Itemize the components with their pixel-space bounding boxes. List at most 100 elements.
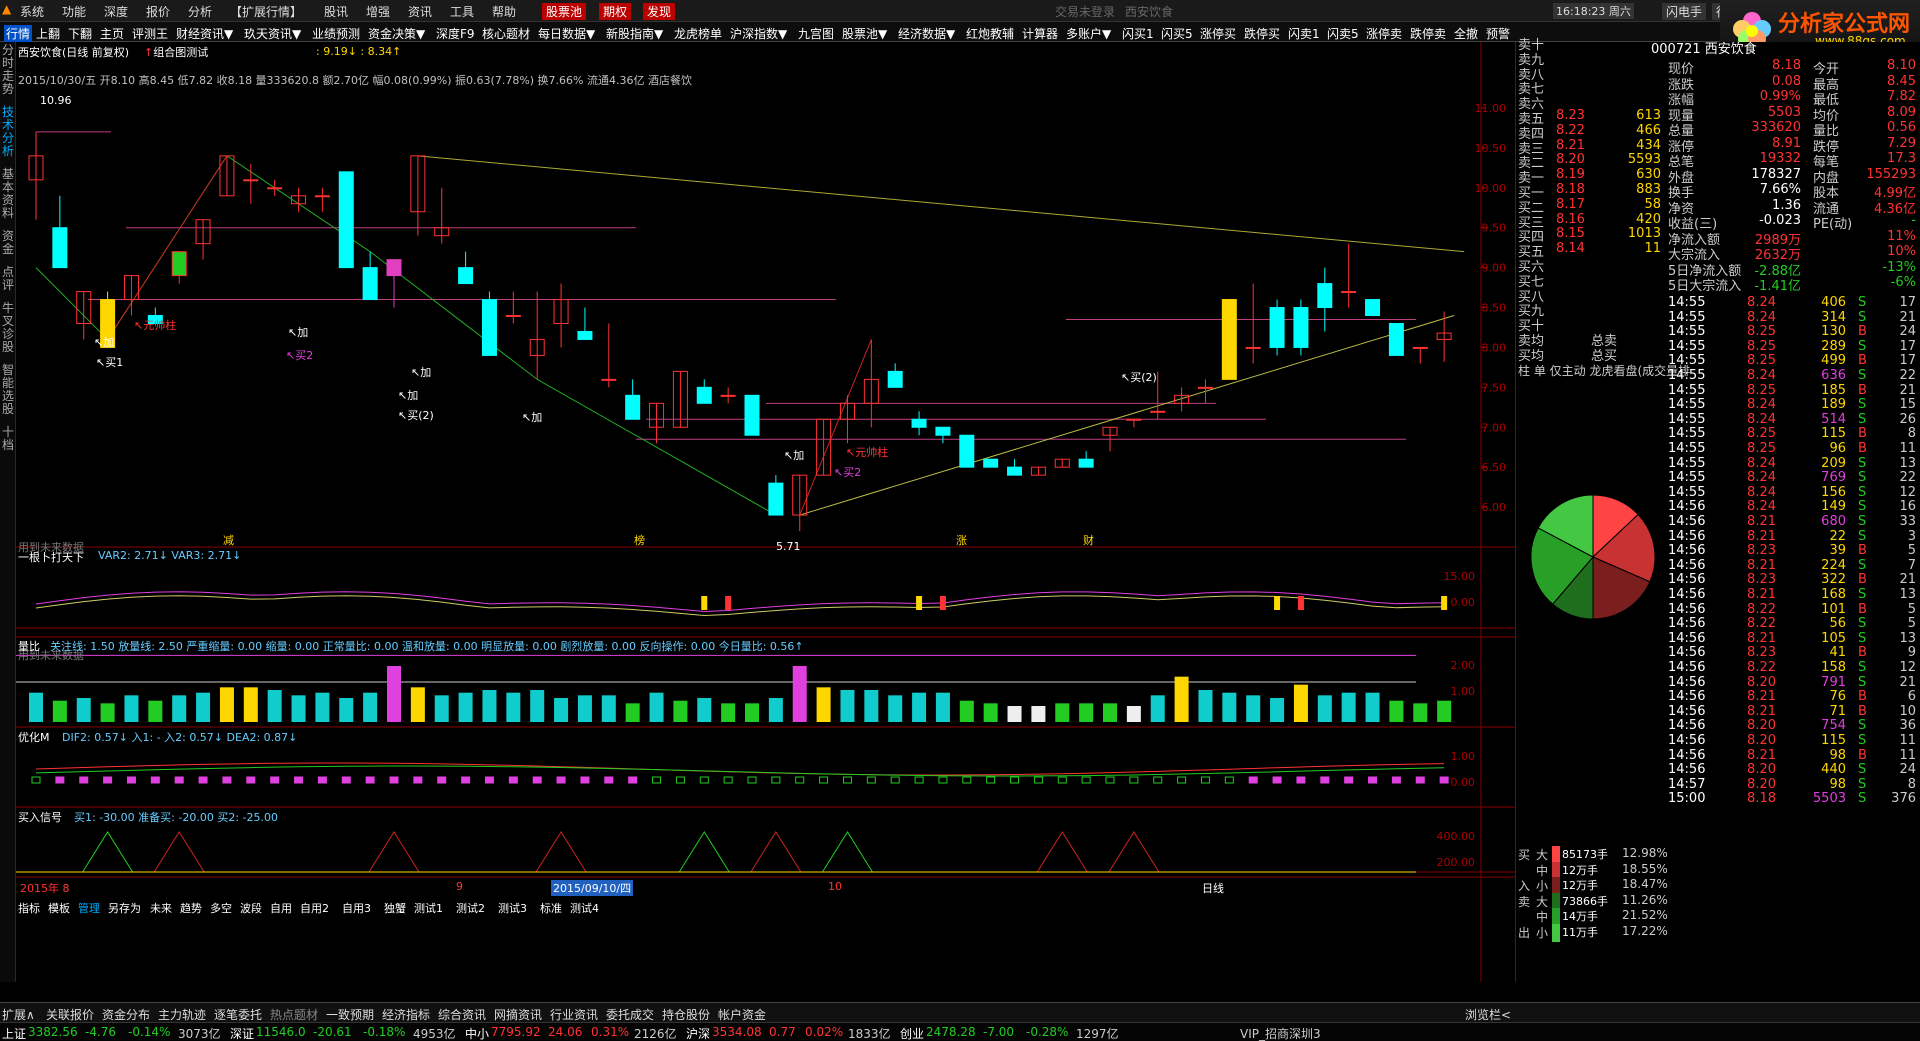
toolbar-button[interactable]: 玖天资讯▼ [244, 25, 301, 42]
volume-bar[interactable] [76, 698, 91, 722]
toolbar-button[interactable]: 多账户▼ [1066, 25, 1111, 42]
volume-bar[interactable] [363, 692, 378, 722]
volume-bar[interactable] [52, 700, 67, 722]
volume-bar[interactable] [1150, 695, 1165, 722]
volume-bar[interactable] [673, 700, 688, 722]
indicator-template-tab[interactable]: 测试1 [414, 900, 443, 916]
toolbar-button[interactable]: 全撤 [1454, 25, 1478, 42]
indicator-name[interactable]: 量比 [18, 638, 40, 654]
index-name[interactable]: 上证 [2, 1025, 26, 1041]
volume-bar[interactable] [1222, 692, 1237, 722]
indicator-template-tab[interactable]: 独蟹 [384, 900, 406, 916]
extra-tab[interactable]: 主力轨迹 [158, 1006, 206, 1023]
volume-bar[interactable] [1365, 692, 1380, 722]
event-marker[interactable]: 榜 [634, 532, 645, 548]
volume-bar[interactable] [1079, 703, 1094, 722]
toolbar-button[interactable]: 资金决策▼ [368, 25, 425, 42]
candle-body[interactable] [1269, 307, 1285, 348]
volume-bar[interactable] [912, 692, 927, 722]
extra-tab[interactable]: 行业资讯 [550, 1006, 598, 1023]
volume-bar[interactable] [1437, 700, 1452, 722]
candle-body[interactable] [768, 482, 784, 516]
period-label[interactable]: 日线 [1202, 880, 1224, 896]
toolbar-button[interactable]: 闪买5 [1161, 25, 1193, 42]
menu-item[interactable]: 系统 [20, 3, 44, 20]
menu-red-item[interactable]: 发现 [643, 3, 676, 20]
candle-body[interactable] [267, 187, 283, 190]
candle-body[interactable] [52, 227, 68, 269]
index-name[interactable]: 中小 [465, 1025, 489, 1041]
volume-bar[interactable] [1007, 706, 1022, 722]
candle-body[interactable] [1126, 418, 1142, 421]
candle-body[interactable] [601, 378, 617, 381]
volume-bar[interactable] [172, 695, 187, 722]
indicator-template-tab[interactable]: 趋势 [180, 900, 202, 916]
indicator-template-tab[interactable]: 自用 [270, 900, 292, 916]
kline-chart[interactable]: 11.0010.5010.009.509.008.508.007.507.006… [16, 42, 1516, 982]
candle-body[interactable] [887, 370, 903, 388]
candle-body[interactable] [577, 330, 593, 340]
extra-tab[interactable]: 持仓股份 [662, 1006, 710, 1023]
volume-bar[interactable] [1341, 692, 1356, 722]
extra-tab[interactable]: 热点题材 [270, 1006, 318, 1023]
extra-tab[interactable]: 扩展∧ [2, 1006, 35, 1023]
extra-tab[interactable]: 网摘资讯 [494, 1006, 542, 1023]
candle-body[interactable] [1388, 322, 1404, 356]
menu-red-item[interactable]: 期权 [599, 3, 632, 20]
volume-bar[interactable] [124, 695, 139, 722]
left-tab[interactable]: 十档 [1, 426, 15, 452]
toolbar-button[interactable]: 每日数据▼ [538, 25, 595, 42]
volume-bar[interactable] [315, 692, 330, 722]
volume-bar[interactable] [745, 703, 759, 722]
candle-body[interactable] [1365, 299, 1381, 317]
volume-bar[interactable] [482, 690, 497, 722]
candle-body[interactable] [696, 386, 712, 404]
indicator-template-tab[interactable]: 指标 [18, 900, 40, 916]
volume-bar[interactable] [530, 690, 545, 722]
candle-body[interactable] [243, 179, 259, 182]
candle-body[interactable] [481, 299, 497, 356]
menu-item[interactable]: 资讯 [408, 3, 432, 20]
event-marker[interactable]: 涨 [956, 532, 967, 548]
volume-bar[interactable] [697, 698, 712, 722]
candle-body[interactable] [1341, 291, 1357, 294]
candle-body[interactable] [744, 394, 760, 436]
toolbar-button[interactable]: 业绩预测 [312, 25, 360, 42]
indicator-template-tab[interactable]: 测试3 [498, 900, 527, 916]
candle-body[interactable] [983, 458, 999, 468]
volume-bar[interactable] [267, 690, 282, 722]
volume-bar[interactable] [721, 703, 736, 722]
indicator-name[interactable]: 一根卜打天下 [18, 549, 84, 565]
toolbar-button[interactable]: 闪卖1 [1288, 25, 1320, 42]
toolbar-button[interactable]: 上翻 [36, 25, 60, 42]
candle-body[interactable] [959, 434, 975, 468]
indicator-template-tab[interactable]: 模板 [48, 900, 70, 916]
indicator-name[interactable]: 买入信号 [18, 809, 62, 825]
toolbar-button[interactable]: 深度F9 [436, 25, 475, 42]
toolbar-button[interactable]: 主页 [100, 25, 124, 42]
volume-bar[interactable] [625, 703, 640, 722]
indicator-template-tab[interactable]: 自用3 [342, 900, 371, 916]
indicator-template-tab[interactable]: 自用2 [300, 900, 329, 916]
volume-bar[interactable] [935, 692, 950, 722]
indicator-template-tab[interactable]: 未来 [150, 900, 172, 916]
volume-bar[interactable] [888, 695, 903, 722]
volume-bar[interactable] [339, 698, 354, 722]
menu-item[interactable]: 【扩展行情】 [230, 3, 302, 20]
candle-body[interactable] [1078, 458, 1094, 468]
toolbar-button[interactable]: 涨停买 [1200, 25, 1236, 42]
volume-bar[interactable] [434, 695, 449, 722]
indicator-name[interactable]: 优化M [18, 729, 50, 745]
volume-bar[interactable] [506, 692, 521, 722]
candle-body[interactable] [314, 195, 330, 198]
candle-body[interactable] [386, 259, 402, 277]
candle-body[interactable] [1221, 299, 1237, 380]
event-marker[interactable]: 财 [1083, 532, 1094, 548]
extra-tab[interactable]: 委托成交 [606, 1006, 654, 1023]
volume-bar[interactable] [983, 703, 998, 722]
volume-bar[interactable] [959, 700, 974, 722]
volume-bar[interactable] [577, 695, 592, 722]
volume-bar[interactable] [1031, 706, 1046, 722]
tick-filter-tabs[interactable]: 柱 单 仅主动 龙虎看盘(成交量排 [1518, 362, 1690, 380]
volume-bar[interactable] [458, 692, 473, 722]
